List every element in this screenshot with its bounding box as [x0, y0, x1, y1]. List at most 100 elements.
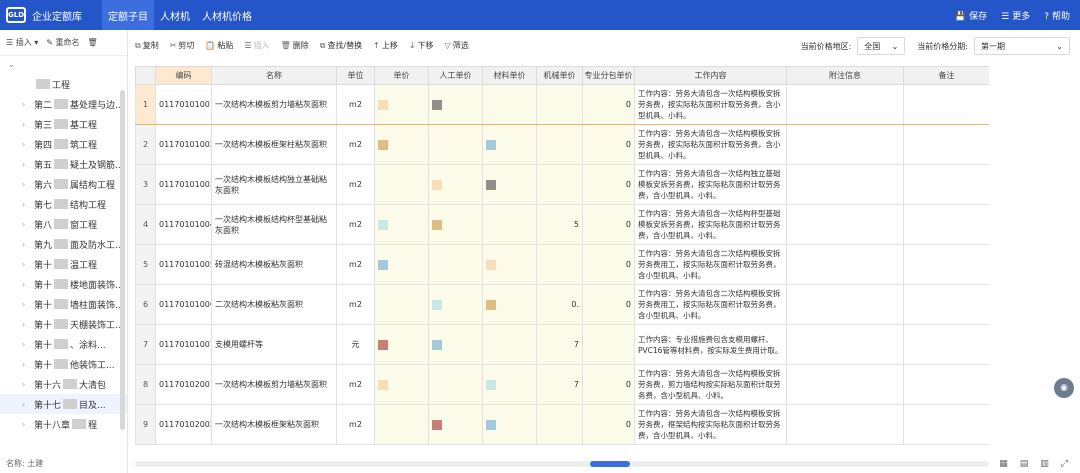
- notes-cell[interactable]: [786, 284, 904, 325]
- unit-cell[interactable]: 元: [336, 324, 375, 365]
- row-number-cell[interactable]: 2: [135, 124, 156, 165]
- filter-button[interactable]: ▽ 筛选: [445, 40, 469, 51]
- unit-cell[interactable]: m2: [336, 124, 375, 165]
- machine-price-cell[interactable]: [536, 124, 583, 165]
- labor-price-cell[interactable]: [428, 124, 483, 165]
- name-cell[interactable]: 一次结构木模板剪力墙粘灰面积: [211, 364, 337, 405]
- sidebar-chapter-item[interactable]: › 第三 基工程: [0, 114, 127, 134]
- subcontract-price-cell[interactable]: 0: [582, 404, 635, 445]
- sidebar-chapter-item[interactable]: › 第十 、涂料...: [0, 334, 127, 354]
- move-up-button[interactable]: ↑ 上移: [373, 40, 398, 51]
- work-content-cell[interactable]: 工作内容：劳务大清包含二次结构模板安拆劳务费用工，按实际粘灰面积计取劳务费，含小…: [634, 284, 787, 325]
- subcontract-price-cell[interactable]: [582, 324, 635, 365]
- sidebar-chapter-item[interactable]: › 第十八章 程: [0, 414, 127, 434]
- name-cell[interactable]: 一次结构木模板框架柱粘灰面积: [211, 124, 337, 165]
- machine-price-cell[interactable]: 5: [536, 204, 583, 245]
- name-cell[interactable]: 支模用螺杆等: [211, 324, 337, 365]
- name-cell[interactable]: 一次结构木模板结构独立基础粘灰面积: [211, 164, 337, 205]
- code-cell[interactable]: 01170101002: [155, 124, 212, 165]
- material-price-cell[interactable]: [482, 244, 537, 285]
- material-price-cell[interactable]: [482, 84, 537, 125]
- remarks-cell[interactable]: [903, 364, 989, 405]
- labor-price-cell[interactable]: [428, 84, 483, 125]
- machine-price-cell[interactable]: [536, 84, 583, 125]
- tab-resources[interactable]: 人材机: [154, 0, 196, 30]
- notes-cell[interactable]: [786, 244, 904, 285]
- machine-price-cell[interactable]: 0.: [536, 284, 583, 325]
- fullscreen-icon[interactable]: ⤢: [1061, 459, 1068, 469]
- grid-view-icon[interactable]: ▦: [999, 459, 1008, 469]
- name-cell[interactable]: 一次结构木模板结构杯型基础粘灰面积: [211, 204, 337, 245]
- price-cell[interactable]: [374, 204, 429, 245]
- table-row[interactable]: 2 01170101002 一次结构木模板框架柱粘灰面积 m2 0 工作内容：劳务大清包含…: [135, 124, 989, 165]
- remarks-cell[interactable]: [903, 404, 989, 445]
- code-cell[interactable]: 01170101007: [155, 324, 212, 365]
- price-cell[interactable]: [374, 164, 429, 205]
- row-number-cell[interactable]: 4: [135, 204, 156, 245]
- material-price-cell[interactable]: [482, 284, 537, 325]
- paste-button[interactable]: 📋 粘贴: [205, 40, 233, 51]
- work-content-cell[interactable]: 工作内容：劳务大清包含一次结构模板安拆劳务费，按实际粘灰面积计取劳务费，含小型机…: [634, 84, 787, 125]
- horizontal-scroll-thumb[interactable]: [590, 461, 630, 467]
- machine-price-cell[interactable]: [536, 244, 583, 285]
- code-cell[interactable]: 01170101006: [155, 284, 212, 325]
- material-price-cell[interactable]: [482, 404, 537, 445]
- labor-price-cell[interactable]: [428, 404, 483, 445]
- labor-price-cell[interactable]: [428, 164, 483, 205]
- table-row[interactable]: 5 01170101005 砖混结构木模板粘灰面积 m2 0 工作内容：劳务大清包含二次结…: [135, 244, 989, 285]
- remarks-cell[interactable]: [903, 164, 989, 205]
- column-header-remarks[interactable]: 备注: [903, 66, 989, 85]
- sidebar-chapter-item[interactable]: › 第十七 目及...: [0, 394, 127, 414]
- sidebar-chapter-item[interactable]: › 第十 温工程: [0, 254, 127, 274]
- machine-price-cell[interactable]: 7: [536, 364, 583, 405]
- table-row[interactable]: 8 01170102001 一次结构木模板剪力墙粘灰面积 m2 7 0 工作内容：劳务大清包…: [135, 364, 989, 405]
- price-cell[interactable]: [374, 324, 429, 365]
- work-content-cell[interactable]: 工作内容：劳务大清包含一次结构独立基础模板安拆劳务费，按实际粘灰面积计取劳务费，…: [634, 164, 787, 205]
- column-header-name[interactable]: 名称: [211, 66, 337, 85]
- remarks-cell[interactable]: [903, 284, 989, 325]
- delete-tree-button[interactable]: 🗑: [88, 38, 98, 47]
- unit-cell[interactable]: m2: [336, 404, 375, 445]
- remarks-cell[interactable]: [903, 204, 989, 245]
- help-button[interactable]: ? 帮助: [1044, 9, 1070, 22]
- region-select[interactable]: 全国 ⌄: [857, 37, 906, 55]
- unit-cell[interactable]: m2: [336, 204, 375, 245]
- insert-tree-button[interactable]: ☰ 插入 ▾: [6, 37, 38, 48]
- tab-resource-prices[interactable]: 人材机价格: [196, 0, 258, 30]
- column-header-labor-price[interactable]: 人工单价: [428, 66, 483, 85]
- column-header-code[interactable]: 编码: [155, 66, 212, 85]
- table-row[interactable]: 4 01170101004 一次结构木模板结构杯型基础粘灰面积 m2 5 0 工作内容：劳务…: [135, 204, 989, 245]
- delete-button[interactable]: 🗑 删除: [281, 40, 309, 51]
- notes-cell[interactable]: [786, 84, 904, 125]
- price-cell[interactable]: [374, 124, 429, 165]
- unit-cell[interactable]: m2: [336, 244, 375, 285]
- material-price-cell[interactable]: [482, 124, 537, 165]
- subcontract-price-cell[interactable]: 0: [582, 204, 635, 245]
- sidebar-scrollbar[interactable]: [120, 90, 125, 430]
- sidebar-chapter-item[interactable]: › 第四 筑工程: [0, 134, 127, 154]
- labor-price-cell[interactable]: [428, 284, 483, 325]
- sidebar-chapter-item[interactable]: › 第十 天棚装饰工...: [0, 314, 127, 334]
- move-down-button[interactable]: ↓ 下移: [409, 40, 434, 51]
- row-number-cell[interactable]: 5: [135, 244, 156, 285]
- insert-row-button[interactable]: ☰ 插入: [244, 40, 269, 51]
- sidebar-chapter-item[interactable]: › 第十六 大清包: [0, 374, 127, 394]
- code-cell[interactable]: 01170101001: [155, 84, 212, 125]
- labor-price-cell[interactable]: [428, 364, 483, 405]
- table-row[interactable]: 3 01170101003 一次结构木模板结构独立基础粘灰面积 m2 0 工作内容：劳务大…: [135, 164, 989, 205]
- unit-cell[interactable]: m2: [336, 364, 375, 405]
- labor-price-cell[interactable]: [428, 324, 483, 365]
- price-cell[interactable]: [374, 244, 429, 285]
- row-number-cell[interactable]: 3: [135, 164, 156, 205]
- column-header-notes[interactable]: 附注信息: [786, 66, 904, 85]
- table-row[interactable]: 9 01170102002 一次结构木模板框架粘灰面积 m2 0 工作内容：劳务大清包含一…: [135, 404, 989, 445]
- notes-cell[interactable]: [786, 204, 904, 245]
- price-cell[interactable]: [374, 284, 429, 325]
- row-number-cell[interactable]: 9: [135, 404, 156, 445]
- subcontract-price-cell[interactable]: 0: [582, 164, 635, 205]
- row-number-cell[interactable]: 1: [135, 84, 156, 125]
- code-cell[interactable]: 01170102001: [155, 364, 212, 405]
- sidebar-chapter-item[interactable]: › 第十 墙柱面装饰...: [0, 294, 127, 314]
- panel-view-icon[interactable]: ▤: [1020, 459, 1029, 469]
- sidebar-chapter-item[interactable]: › 第九 面及防水工...: [0, 234, 127, 254]
